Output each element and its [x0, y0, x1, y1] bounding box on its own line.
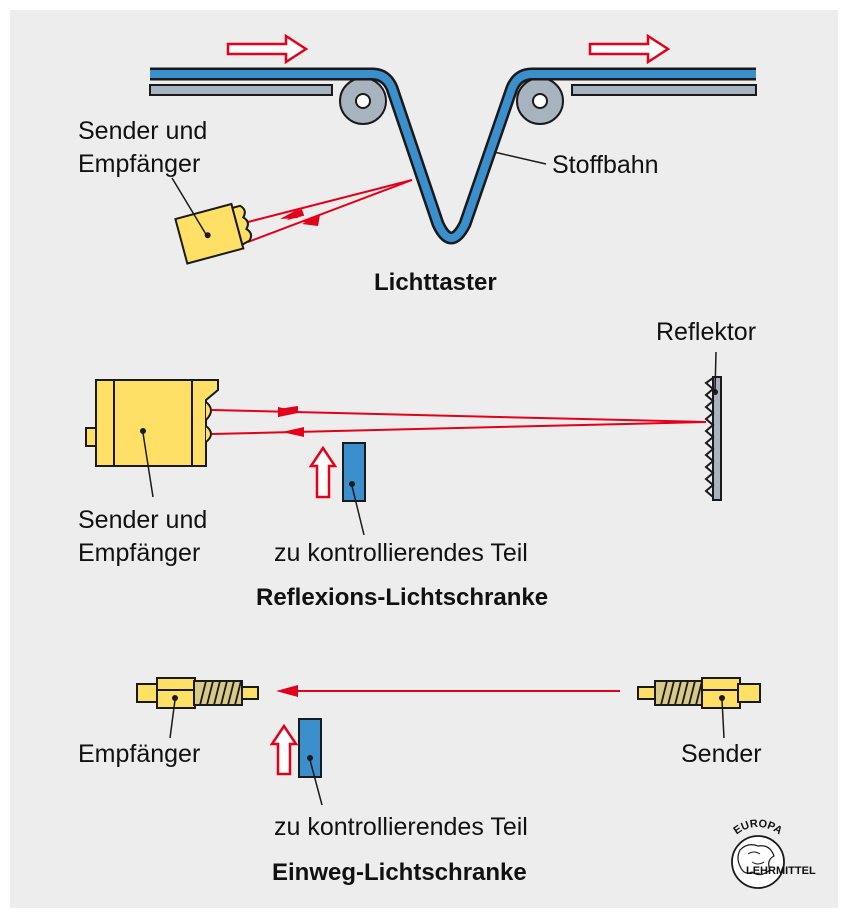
roller-right: [516, 77, 564, 125]
receiver-sensor: [136, 677, 259, 709]
diagram-canvas: Sender und Empfänger Stoffbahn Lichttast…: [78, 33, 816, 889]
receiver-label: Empfänger: [78, 740, 200, 768]
web-label: Stoffbahn: [552, 151, 659, 179]
reflex-sensor: [85, 379, 219, 467]
reflector-label: Reflektor: [656, 318, 756, 346]
sender-label: Sender: [681, 740, 762, 768]
emitted-beam: [239, 179, 413, 225]
einweg-title: Einweg-Lichtschranke: [272, 859, 527, 886]
logo-bottom-text: LEHRMITTEL: [746, 865, 816, 877]
sender-sensor: [637, 677, 761, 709]
proximity-sensor: [174, 202, 253, 265]
globe-icon: [731, 835, 785, 889]
reflex-sensor-label-2: Empfänger: [78, 539, 200, 567]
roller-left: [339, 77, 387, 125]
lichttaster-title: Lichttaster: [374, 269, 497, 296]
flow-arrow-right-icon: [588, 33, 671, 65]
einweg-move-arrow-icon: [269, 723, 299, 776]
lichttaster-section: Sender und Empfänger Stoffbahn Lichttast…: [78, 33, 757, 296]
einweg-section: Empfänger Sender zu kontrollierendes Tei…: [78, 677, 762, 886]
reflex-move-arrow-icon: [308, 445, 338, 499]
reflexion-section: Reflektor Sender und Empfänger zu kontro…: [78, 318, 756, 611]
guide-rail-left: [149, 84, 333, 96]
lichttaster-sensor-label-2: Empfänger: [78, 150, 200, 178]
flow-arrow-left-icon: [226, 33, 309, 65]
reflected-beam: [247, 179, 413, 243]
guide-rail-right: [571, 84, 757, 96]
reflex-part-label: zu kontrollierendes Teil: [274, 539, 528, 567]
reflexion-title: Reflexions-Lichtschranke: [256, 584, 548, 611]
europa-lehrmittel-logo: EUROPA LEHRMITTEL: [731, 818, 816, 889]
einweg-controlled-part: [298, 718, 322, 778]
logo-top-text: EUROPA: [732, 818, 785, 837]
reflector: [704, 376, 722, 501]
reflex-sensor-label-1: Sender und: [78, 506, 207, 534]
lichttaster-sensor-label-1: Sender und: [78, 117, 207, 145]
einweg-part-label: zu kontrollierendes Teil: [274, 813, 528, 841]
